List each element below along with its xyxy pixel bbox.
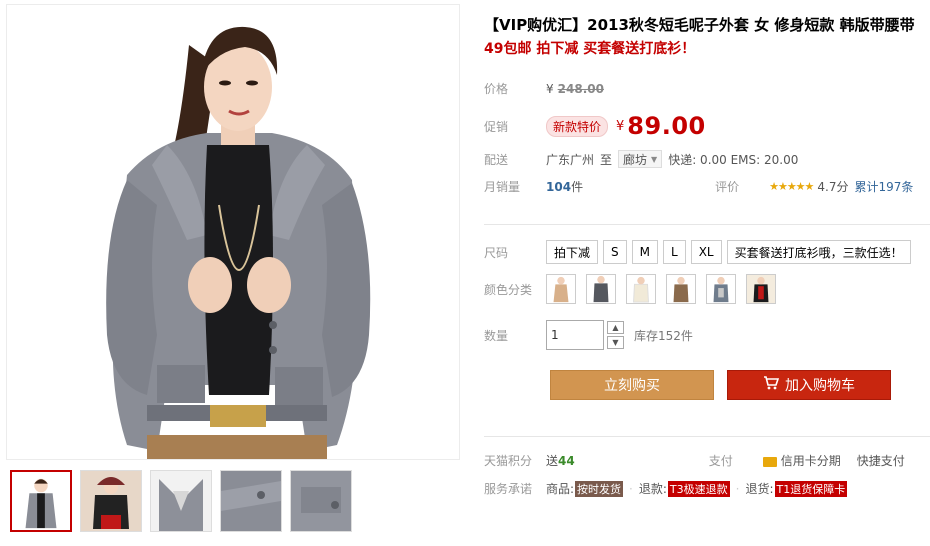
destination-value: 廊坊 [623, 152, 648, 167]
sales-count: 104 [546, 179, 572, 194]
refund-label: 退款: [638, 482, 667, 496]
size-option-xl[interactable]: XL [690, 240, 722, 264]
service-promise-label: 服务承诺 [484, 482, 533, 496]
current-price: 89.00 [627, 112, 706, 140]
size-row: 尺码 拍下减 S M L XL 买套餐送打底衫哦，三款任选！ [484, 240, 916, 264]
quantity-label: 数量 [484, 328, 509, 343]
price-label: 价格 [484, 82, 509, 96]
buy-now-button[interactable]: 立刻购买 [550, 370, 714, 400]
divider [484, 224, 930, 225]
return-label: 退货: [745, 482, 774, 496]
service-promise-row: 服务承诺 商品: 按时发货 · 退款: T3极速退款 · 退货: T1退货保障卡 [484, 480, 924, 497]
add-to-cart-label: 加入购物车 [785, 378, 855, 394]
color-row: 颜色分类 [484, 274, 786, 304]
price-row: 价格 ¥ 248.00 [484, 80, 604, 97]
credit-card-icon [762, 456, 777, 467]
size-option-m[interactable]: M [631, 240, 658, 264]
shipping-label: 配送 [484, 152, 509, 167]
size-option-l[interactable]: L [663, 240, 686, 264]
size-option-promo[interactable]: 拍下减 [546, 240, 599, 264]
product-page: 【VIP购优汇】2013秋冬短毛呢子外套 女 修身短款 韩版带腰带 49包邮 拍… [0, 0, 930, 546]
color-swatch-white[interactable] [626, 274, 656, 304]
fast-refund-badge[interactable]: T3极速退款 [667, 480, 730, 497]
product-title: 【VIP购优汇】2013秋冬短毛呢子外套 女 修身短款 韩版带腰带 [484, 16, 915, 34]
points-value: 44 [558, 453, 575, 468]
points-prefix: 送 [546, 454, 559, 468]
product-gallery [0, 0, 462, 546]
thumbnail-4[interactable] [220, 470, 282, 532]
current-currency-symbol: ¥ [616, 118, 625, 134]
color-swatch-camel[interactable] [546, 274, 576, 304]
color-label: 颜色分类 [484, 282, 533, 297]
destination-select[interactable]: 廊坊 ▼ [618, 150, 663, 168]
product-subtitle: 49包邮 拍下减 买套餐送打底衫！ [484, 41, 696, 57]
promo-tag: 新款特价 [546, 115, 609, 137]
cart-icon [763, 376, 780, 394]
payment-label: 支付 [708, 454, 733, 468]
points-row: 天猫积分 送 44 支付 信用卡分期 快捷支付 [484, 452, 924, 469]
quantity-input[interactable] [546, 320, 604, 350]
ship-from: 广东广州 [546, 152, 595, 167]
stock-count: 库存152件 [634, 328, 693, 343]
currency-symbol: ¥ [546, 81, 554, 96]
sales-row: 月销量 104 件 评价 ★★★★★ 4.7分 累计197条 [484, 178, 924, 195]
rating-score: 4.7分 [817, 180, 849, 194]
goods-label: 商品: [546, 482, 575, 496]
color-swatch-black-red[interactable] [746, 274, 776, 304]
product-info: 【VIP购优汇】2013秋冬短毛呢子外套 女 修身短款 韩版带腰带 49包邮 拍… [468, 0, 930, 546]
credit-installment[interactable]: 信用卡分期 [762, 452, 841, 469]
quantity-stepper: ▲ ▼ [607, 321, 624, 349]
color-swatch-grey[interactable] [586, 274, 616, 304]
thumbnail-1[interactable] [10, 470, 72, 532]
thumbnail-5[interactable] [290, 470, 352, 532]
promo-label: 促销 [484, 119, 509, 134]
reviews-link[interactable]: 累计197条 [855, 178, 914, 195]
size-option-bundle[interactable]: 买套餐送打底衫哦，三款任选！ [726, 240, 911, 264]
thumbnail-2[interactable] [80, 470, 142, 532]
quantity-decrease-icon[interactable]: ▼ [607, 336, 624, 349]
return-guarantee-badge[interactable]: T1退货保障卡 [774, 480, 848, 497]
sales-label: 月销量 [484, 180, 521, 194]
color-swatch-plaid[interactable] [706, 274, 736, 304]
add-to-cart-button[interactable]: 加入购物车 [727, 370, 891, 400]
promo-row: 促销 新款特价 ¥ 89.00 [484, 112, 706, 140]
quantity-increase-icon[interactable]: ▲ [607, 321, 624, 334]
quantity-row: 数量 ▲ ▼ 库存152件 [484, 320, 693, 350]
divider [484, 436, 930, 437]
size-option-s[interactable]: S [603, 240, 627, 264]
original-price: 248.00 [557, 81, 604, 96]
color-swatch-brown[interactable] [666, 274, 696, 304]
points-label: 天猫积分 [484, 454, 533, 468]
chevron-down-icon: ▼ [651, 154, 658, 164]
size-label: 尺码 [484, 245, 509, 260]
quick-pay[interactable]: 快捷支付 [857, 452, 905, 469]
credit-installment-label: 信用卡分期 [780, 454, 841, 468]
on-time-shipping-badge[interactable]: 按时发货 [575, 480, 624, 497]
shipping-fees: 快递: 0.00 EMS: 20.00 [668, 152, 799, 167]
sales-unit: 件 [571, 180, 584, 194]
thumbnail-strip [10, 470, 460, 538]
rating-label: 评价 [715, 180, 740, 194]
star-rating-icon: ★★★★★ [769, 180, 814, 193]
ship-to-word: 至 [600, 152, 613, 167]
main-product-image[interactable] [6, 4, 460, 460]
separator: · [735, 481, 740, 496]
separator: · [629, 481, 633, 496]
thumbnail-3[interactable] [150, 470, 212, 532]
shipping-row: 配送 广东广州 至 廊坊 ▼ 快递: 0.00 EMS: 20.00 [484, 150, 798, 168]
